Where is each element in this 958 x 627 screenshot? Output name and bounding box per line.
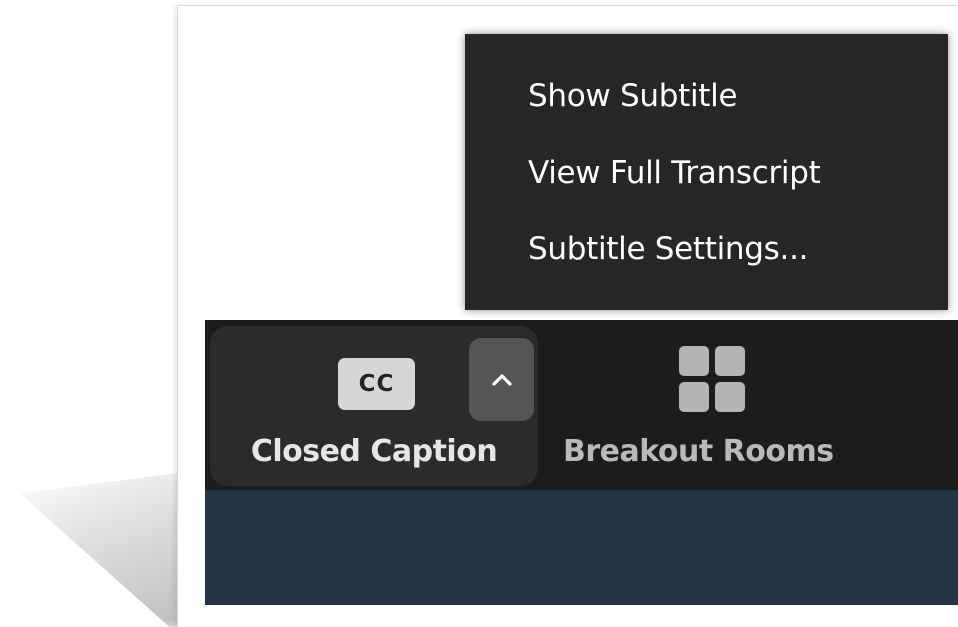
menu-item-show-subtitle[interactable]: Show Subtitle [528, 78, 738, 114]
closed-caption-button[interactable]: CC Closed Caption [210, 326, 538, 486]
menu-item-subtitle-settings[interactable]: Subtitle Settings... [528, 231, 808, 267]
menu-item-view-full-transcript[interactable]: View Full Transcript [528, 155, 821, 191]
meeting-toolbar: CC Closed Caption Breakout Rooms [205, 320, 958, 490]
closed-caption-options-button[interactable] [469, 338, 534, 421]
grid-icon [679, 346, 745, 412]
breakout-rooms-label: Breakout Rooms [563, 434, 834, 469]
breakout-rooms-button[interactable]: Breakout Rooms [555, 326, 875, 486]
closed-caption-menu: Show Subtitle View Full Transcript Subti… [465, 34, 948, 310]
screenshot-stage: Show Subtitle View Full Transcript Subti… [0, 0, 958, 627]
video-area [205, 490, 958, 605]
closed-caption-label: Closed Caption [250, 434, 498, 469]
chevron-up-icon [491, 373, 512, 386]
cc-icon: CC [338, 358, 415, 410]
